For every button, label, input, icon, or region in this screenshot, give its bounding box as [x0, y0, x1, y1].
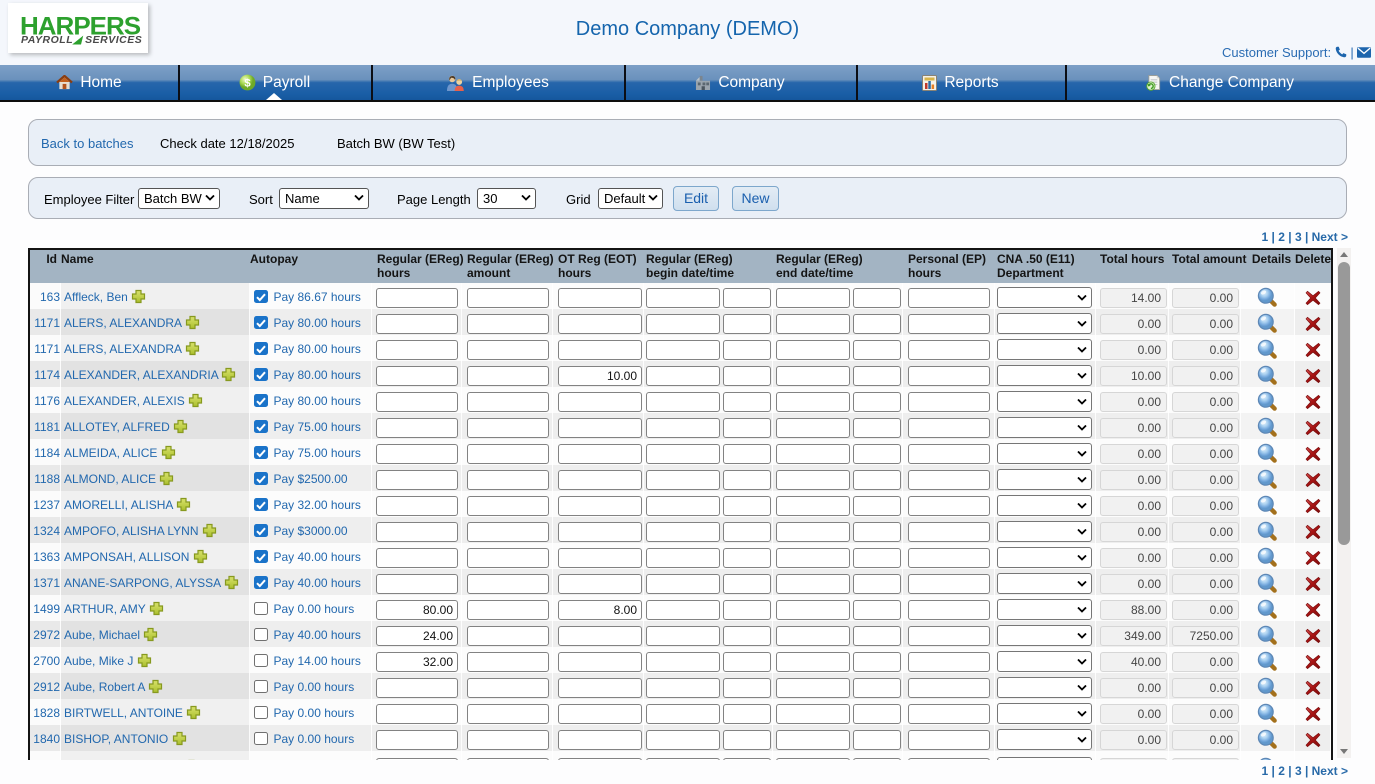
- svg-text:$: $: [244, 78, 251, 90]
